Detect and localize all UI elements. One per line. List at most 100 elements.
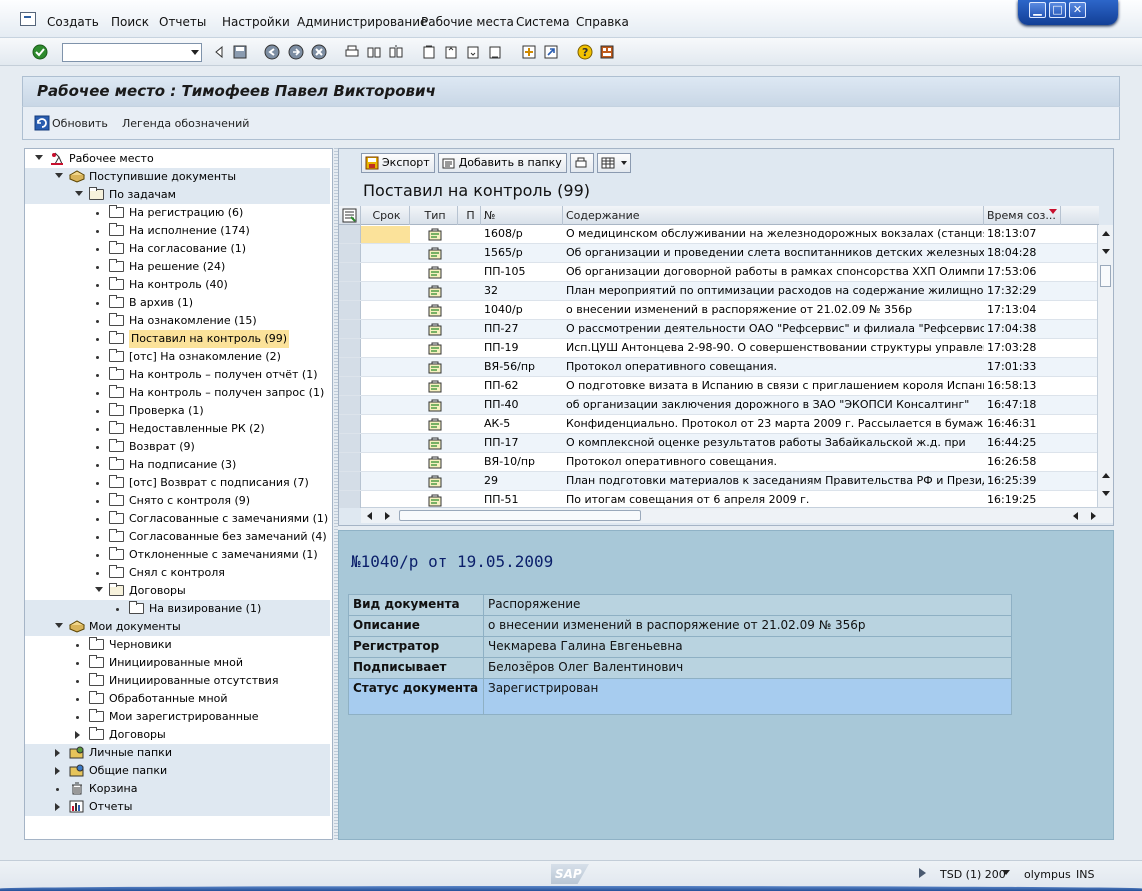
tree-node[interactable]: На регистрацию (6) (25, 204, 330, 222)
tree-node[interactable]: На решение (24) (25, 258, 330, 276)
scroll-up-page-icon[interactable] (1102, 473, 1110, 478)
save-icon[interactable] (232, 44, 248, 60)
collapsed-node-icon[interactable] (55, 767, 60, 775)
previous-page-icon[interactable] (443, 44, 459, 60)
select-all-button[interactable] (339, 206, 361, 225)
table-row[interactable]: 1565/р Об организации и проведении слета … (339, 244, 1099, 263)
column-header-number[interactable]: № (481, 206, 563, 225)
menu-help[interactable]: Справка (576, 15, 636, 29)
scroll-thumb[interactable] (1100, 265, 1111, 287)
menu-create[interactable]: Создать (47, 15, 111, 29)
row-selector[interactable] (339, 491, 361, 508)
tree-node[interactable]: Отчеты (25, 798, 330, 816)
next-page-icon[interactable] (465, 44, 481, 60)
print-list-button[interactable] (569, 153, 594, 173)
row-selector[interactable] (339, 282, 361, 300)
tree-node[interactable]: Мои документы (25, 618, 330, 636)
menu-reports[interactable]: Отчеты (159, 15, 222, 29)
export-button[interactable]: Экспорт (361, 153, 435, 173)
scroll-left-page-icon[interactable] (1073, 512, 1078, 520)
table-row[interactable]: ПП-51 По итогам совещания от 6 апреля 200… (339, 491, 1099, 508)
maximize-button[interactable]: □ (1049, 2, 1066, 18)
column-header-p[interactable]: П (458, 206, 481, 225)
shortcut-icon[interactable] (543, 44, 559, 60)
menu-settings[interactable]: Настройки (222, 15, 297, 29)
menu-search[interactable]: Поиск (111, 15, 159, 29)
row-selector[interactable] (339, 377, 361, 395)
scroll-right-icon[interactable] (1091, 512, 1096, 520)
row-selector[interactable] (339, 225, 361, 243)
last-page-icon[interactable] (487, 44, 503, 60)
deadline-cell[interactable] (361, 301, 410, 320)
new-session-icon[interactable] (521, 44, 537, 60)
add-to-folder-button[interactable]: Добавить в папку (437, 153, 567, 173)
tree-node[interactable]: Согласованные с замечаниями (1) (25, 510, 330, 528)
table-row[interactable]: ВЯ-10/пр Протокол оперативного совещания.… (339, 453, 1099, 472)
deadline-cell[interactable] (361, 453, 410, 472)
deadline-cell[interactable] (361, 320, 410, 339)
row-selector[interactable] (339, 263, 361, 281)
layout-menu-icon[interactable] (599, 44, 615, 60)
tree-node[interactable]: Снято с контроля (9) (25, 492, 330, 510)
deadline-cell[interactable] (361, 434, 410, 453)
tree-node[interactable]: Возврат (9) (25, 438, 330, 456)
tree-node[interactable]: Отклоненные с замечаниями (1) (25, 546, 330, 564)
row-selector[interactable] (339, 339, 361, 357)
table-row[interactable]: АК-5 Конфиденциально. Протокол от 23 март… (339, 415, 1099, 434)
tree-node[interactable]: На контроль – получен запрос (1) (25, 384, 330, 402)
tree-node[interactable]: Черновики (25, 636, 330, 654)
tree-node[interactable]: Согласованные без замечаний (4) (25, 528, 330, 546)
deadline-cell[interactable] (361, 396, 410, 415)
deadline-cell[interactable] (361, 358, 410, 377)
tree-node[interactable]: Договоры (25, 582, 330, 600)
menu-administration[interactable]: Администрирование (297, 15, 427, 29)
collapsed-node-icon[interactable] (75, 731, 80, 739)
scroll-left-icon[interactable] (367, 512, 372, 520)
vertical-scrollbar[interactable] (1097, 225, 1113, 508)
table-row[interactable]: 1608/р О медицинском обслуживании на желе… (339, 225, 1099, 244)
expanded-node-icon[interactable] (95, 587, 103, 592)
tree-node[interactable]: Инициированные отсутствия (25, 672, 330, 690)
tree-node[interactable]: Обработанные мной (25, 690, 330, 708)
row-selector[interactable] (339, 358, 361, 376)
tree-node[interactable]: На согласование (1) (25, 240, 330, 258)
table-row[interactable]: ВЯ-56/пр Протокол оперативного совещания.… (339, 358, 1099, 377)
scroll-down-page-icon[interactable] (1102, 249, 1110, 254)
expanded-node-icon[interactable] (55, 173, 63, 178)
exit-icon[interactable] (288, 44, 304, 60)
first-page-icon[interactable] (421, 44, 437, 60)
row-selector[interactable] (339, 396, 361, 414)
deadline-cell[interactable] (361, 263, 410, 282)
app-menu-icon[interactable] (20, 12, 36, 26)
collapsed-node-icon[interactable] (55, 803, 60, 811)
expanded-node-icon[interactable] (35, 155, 43, 160)
tree-node[interactable]: Поступившие документы (25, 168, 330, 186)
menu-workplaces[interactable]: Рабочие места (421, 15, 516, 29)
layout-button[interactable] (596, 153, 631, 173)
scroll-right-page-icon[interactable] (385, 512, 390, 520)
row-selector[interactable] (339, 472, 361, 490)
table-row[interactable]: ПП-62 О подготовке визата в Испанию в свя… (339, 377, 1099, 396)
back-arrow-icon[interactable] (211, 44, 227, 60)
enter-check-icon[interactable] (32, 44, 48, 60)
tree-node[interactable]: На исполнение (174) (25, 222, 330, 240)
table-row[interactable]: 32 План мероприятий по оптимизации расход… (339, 282, 1099, 301)
table-row[interactable]: 29 План подготовки материалов к заседания… (339, 472, 1099, 491)
tree-node[interactable]: На визирование (1) (25, 600, 330, 618)
table-row[interactable]: ПП-19 Исп.ЦУШ Антонцева 2-98-90. О соверш… (339, 339, 1099, 358)
tree-node[interactable]: На контроль (40) (25, 276, 330, 294)
tree-node[interactable]: Личные папки (25, 744, 330, 762)
expanded-node-icon[interactable] (55, 623, 63, 628)
row-selector[interactable] (339, 434, 361, 452)
tree-node[interactable]: На ознакомление (15) (25, 312, 330, 330)
refresh-button[interactable]: Обновить (52, 117, 108, 130)
tree-node[interactable]: В архив (1) (25, 294, 330, 312)
column-header-deadline[interactable]: Срок (361, 206, 410, 225)
menu-system[interactable]: Система (516, 15, 576, 29)
tree-node[interactable]: Недоставленные РК (2) (25, 420, 330, 438)
command-field[interactable] (62, 43, 202, 62)
table-row[interactable]: 1040/р о внесении изменений в распоряжени… (339, 301, 1099, 320)
row-selector[interactable] (339, 415, 361, 433)
table-row[interactable]: ПП-17 О комплексной оценке результатов ра… (339, 434, 1099, 453)
row-selector[interactable] (339, 301, 361, 319)
